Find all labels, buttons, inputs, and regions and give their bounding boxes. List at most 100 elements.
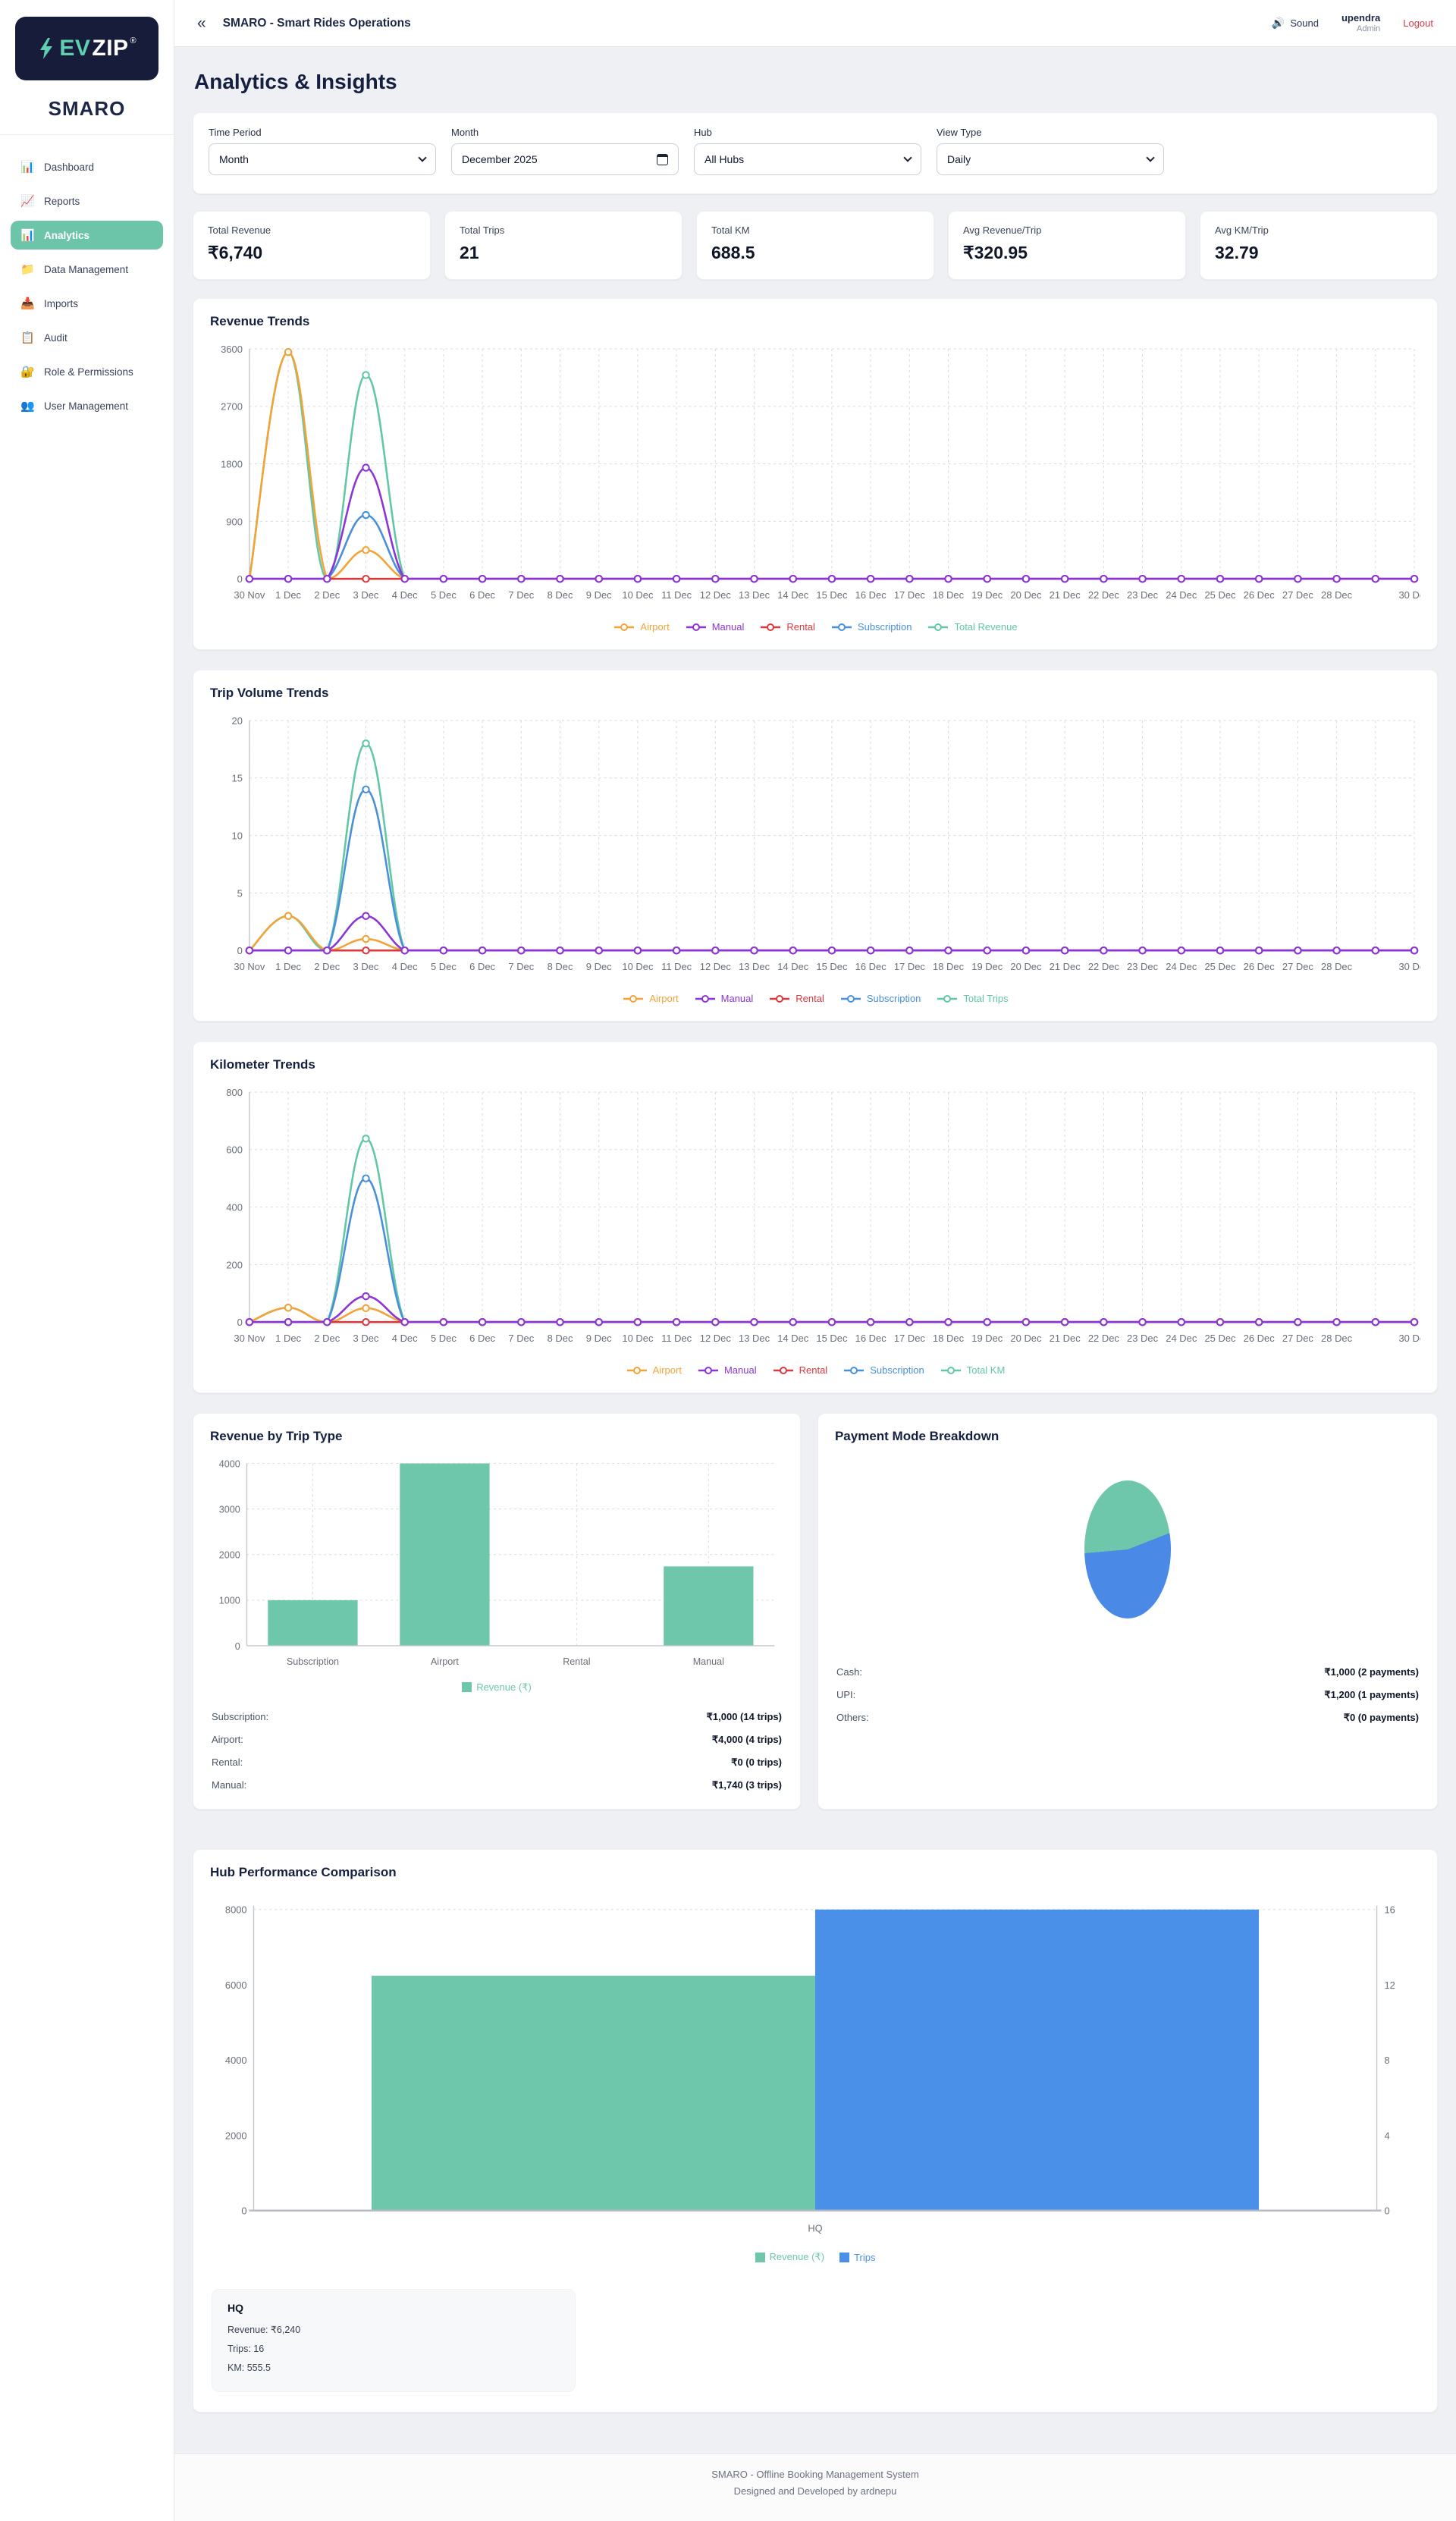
legend-item[interactable]: Total Trips — [936, 993, 1008, 1004]
filter-value: All Hubs — [704, 153, 744, 165]
clipboard-icon: 📋 — [20, 331, 35, 344]
legend-item[interactable]: Total Revenue — [927, 621, 1017, 633]
sidebar-item-reports[interactable]: 📈 Reports — [11, 187, 163, 215]
detail-label: Rental: — [212, 1757, 243, 1769]
sidebar-item-user-management[interactable]: 👥 User Management — [11, 391, 163, 420]
hub-performance-chart: 020004000600080000481216HQ — [210, 1889, 1420, 2245]
legend-label: Manual — [712, 621, 745, 633]
sidebar-item-imports[interactable]: 📥 Imports — [11, 289, 163, 318]
legend-item[interactable]: Trips — [839, 2252, 875, 2263]
stat-value: 32.79 — [1215, 243, 1423, 263]
legend-item[interactable]: Revenue (₹) — [755, 2251, 825, 2263]
svg-text:6 Dec: 6 Dec — [469, 1333, 495, 1344]
svg-text:0: 0 — [1384, 2205, 1389, 2217]
svg-text:25 Dec: 25 Dec — [1204, 961, 1236, 972]
sound-toggle[interactable]: 🔊 Sound — [1272, 17, 1319, 30]
legend-item[interactable]: Airport — [613, 621, 669, 633]
svg-text:14 Dec: 14 Dec — [777, 589, 809, 601]
month-input[interactable]: December 2025 — [451, 143, 679, 175]
legend-item[interactable]: Airport — [622, 993, 678, 1004]
sidebar-item-role-permissions[interactable]: 🔐 Role & Permissions — [11, 357, 163, 386]
stat-value: ₹6,740 — [208, 243, 416, 263]
legend-item[interactable]: Subscription — [839, 993, 921, 1004]
legend-item[interactable]: Revenue (₹) — [462, 1681, 532, 1694]
svg-text:Airport: Airport — [431, 1656, 460, 1667]
sidebar-item-label: Role & Permissions — [44, 366, 133, 378]
logout-link[interactable]: Logout — [1403, 17, 1433, 29]
svg-text:26 Dec: 26 Dec — [1244, 589, 1276, 601]
hub-performance-card: Hub Performance Comparison 0200040006000… — [193, 1849, 1438, 2413]
sidebar-collapse-button[interactable]: « — [197, 15, 206, 31]
svg-text:2 Dec: 2 Dec — [314, 1333, 340, 1344]
stat-label: Total Revenue — [208, 224, 416, 236]
svg-text:21 Dec: 21 Dec — [1050, 961, 1081, 972]
legend-label: Total Trips — [963, 993, 1008, 1004]
legend-item[interactable]: Total KM — [940, 1364, 1006, 1376]
legend-label: Airport — [640, 621, 669, 633]
footer-line1: SMARO - Offline Booking Management Syste… — [174, 2466, 1456, 2483]
calendar-icon — [657, 154, 668, 165]
svg-text:9 Dec: 9 Dec — [586, 589, 612, 601]
legend-item[interactable]: Subscription — [830, 621, 912, 633]
sidebar-item-audit[interactable]: 📋 Audit — [11, 323, 163, 352]
payment-details: Cash: ₹1,000 (2 payments) UPI: ₹1,200 (1… — [835, 1661, 1420, 1729]
detail-row: Cash: ₹1,000 (2 payments) — [835, 1661, 1420, 1684]
stat-label: Total KM — [711, 224, 919, 236]
legend-item[interactable]: Manual — [685, 621, 745, 633]
hub-select[interactable]: All Hubs — [694, 143, 921, 175]
svg-text:22 Dec: 22 Dec — [1088, 1333, 1120, 1344]
legend-marker — [927, 623, 949, 632]
legend-item[interactable]: Manual — [697, 1364, 757, 1376]
view-type-select[interactable]: Daily — [937, 143, 1164, 175]
sidebar-item-dashboard[interactable]: 📊 Dashboard — [11, 152, 163, 181]
legend-item[interactable]: Rental — [772, 1364, 828, 1376]
detail-value: ₹1,200 (1 payments) — [1324, 1689, 1419, 1701]
footer: SMARO - Offline Booking Management Syste… — [174, 2454, 1456, 2521]
svg-text:22 Dec: 22 Dec — [1088, 589, 1120, 601]
detail-value: ₹1,740 (3 trips) — [712, 1779, 782, 1791]
svg-text:10 Dec: 10 Dec — [622, 1333, 654, 1344]
filter-value: Daily — [947, 153, 971, 165]
legend-item[interactable]: Rental — [759, 621, 815, 633]
detail-value: ₹0 (0 trips) — [731, 1757, 782, 1769]
svg-text:15 Dec: 15 Dec — [816, 589, 848, 601]
kilometer-trends-legend: Airport Manual Rental Subscription Total… — [210, 1358, 1420, 1380]
revenue-trends-chart: 090018002700360030 Nov1 Dec2 Dec3 Dec4 D… — [210, 338, 1420, 615]
svg-text:19 Dec: 19 Dec — [971, 589, 1003, 601]
svg-text:6 Dec: 6 Dec — [469, 961, 495, 972]
svg-text:30 Dec: 30 Dec — [1398, 589, 1420, 601]
time-period-select[interactable]: Month — [209, 143, 436, 175]
app-title: SMARO - Smart Rides Operations — [223, 17, 411, 30]
kilometer-trends-card: Kilometer Trends 020040060080030 Nov1 De… — [193, 1041, 1438, 1393]
svg-text:900: 900 — [226, 516, 243, 527]
legend-item[interactable]: Airport — [626, 1364, 682, 1376]
svg-text:Rental: Rental — [563, 1656, 590, 1667]
detail-label: Airport: — [212, 1734, 243, 1746]
legend-marker — [462, 1682, 472, 1692]
stat-card-avg-km-trip: Avg KM/Trip 32.79 — [1200, 211, 1438, 280]
svg-text:0: 0 — [241, 2205, 246, 2217]
logo-text-zip: ZIP — [92, 36, 128, 61]
revenue-by-type-legend: Revenue (₹) — [210, 1675, 783, 1698]
detail-label: Cash: — [836, 1666, 862, 1678]
detail-value: ₹4,000 (4 trips) — [712, 1734, 782, 1746]
filter-value: Month — [219, 153, 249, 165]
sidebar-item-label: Data Management — [44, 264, 128, 275]
svg-text:11 Dec: 11 Dec — [661, 961, 692, 972]
filters-panel: Time Period Month Month December 2025 Hu… — [193, 112, 1438, 194]
logo-text-ev: EV — [59, 36, 90, 61]
detail-value: ₹0 (0 payments) — [1344, 1712, 1419, 1724]
svg-text:2 Dec: 2 Dec — [314, 589, 340, 601]
svg-text:27 Dec: 27 Dec — [1282, 589, 1314, 601]
legend-item[interactable]: Rental — [768, 993, 824, 1004]
sidebar-item-analytics[interactable]: 📊 Analytics — [11, 221, 163, 250]
legend-item[interactable]: Manual — [694, 993, 754, 1004]
sidebar-item-data-management[interactable]: 📁 Data Management — [11, 255, 163, 284]
svg-text:11 Dec: 11 Dec — [661, 589, 692, 601]
stat-value: 688.5 — [711, 243, 919, 263]
users-icon: 👥 — [20, 399, 35, 413]
sidebar-item-label: Analytics — [44, 230, 89, 241]
svg-text:1 Dec: 1 Dec — [275, 589, 301, 601]
svg-text:4 Dec: 4 Dec — [392, 589, 418, 601]
legend-item[interactable]: Subscription — [843, 1364, 924, 1376]
